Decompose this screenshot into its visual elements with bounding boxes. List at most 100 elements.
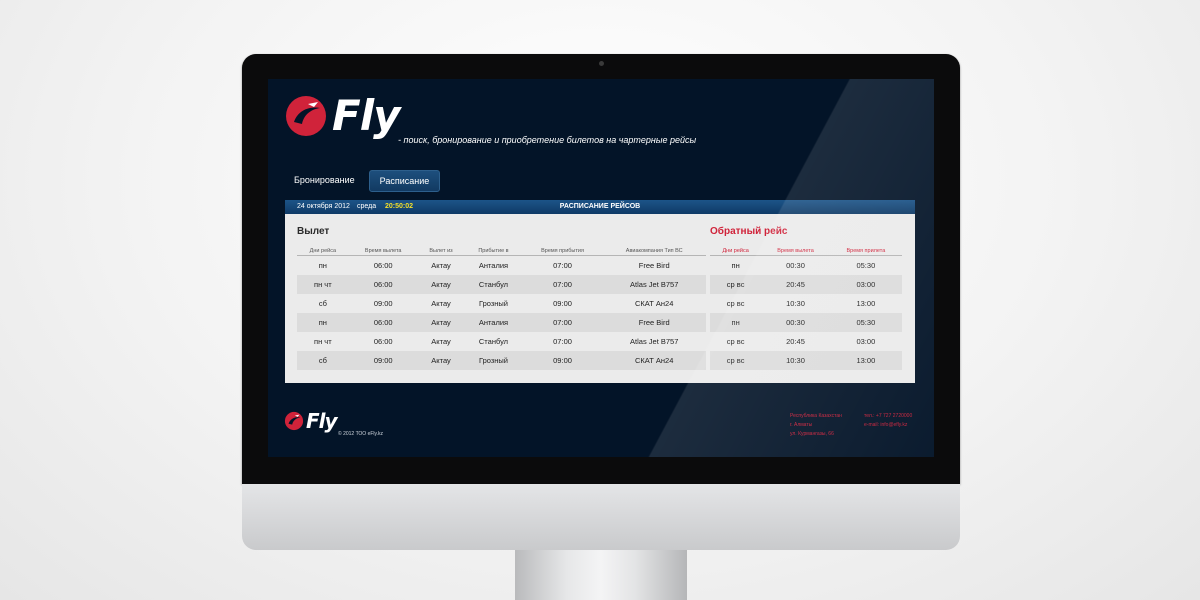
table-cell: пн чт xyxy=(314,337,332,346)
footer-contacts: тел.: +7 727 2720000 e-mail: info@efly.k… xyxy=(864,412,912,430)
table-cell: 03:00 xyxy=(829,275,902,294)
table-cell: ср вс xyxy=(726,299,745,308)
table-cell: Грозный xyxy=(478,299,508,308)
current-date: 24 октября 2012 xyxy=(297,203,350,210)
table-cell: 03:00 xyxy=(856,337,876,346)
table-cell: пн xyxy=(318,261,327,270)
footer-phone: тел.: +7 727 2720000 xyxy=(864,413,913,419)
table-cell: Актау xyxy=(417,351,465,370)
table-cell: сб xyxy=(318,299,327,308)
table-cell: 10:30 xyxy=(761,351,830,370)
table-cell: 06:00 xyxy=(348,275,418,294)
footer-logo[interactable]: Fly xyxy=(284,409,338,433)
plane-swirl-icon xyxy=(286,95,326,136)
monitor-stand xyxy=(515,550,687,600)
table-cell: пн xyxy=(731,261,740,270)
footer-address: Республика Казахстан г. Алматы ул. Курма… xyxy=(790,412,842,439)
schedule-panel: РАСПИСАНИЕ РЕЙСОВ 24 октября 2012 среда … xyxy=(285,200,915,383)
table-header-row: Дни рейса Время вылета Время прилета xyxy=(710,246,902,256)
table-cell: Станбул xyxy=(478,337,509,346)
table-row[interactable]: ср вс 10:30 13:00 xyxy=(710,351,902,370)
table-cell: 00:30 xyxy=(786,261,805,270)
table-cell: Free Bird xyxy=(638,261,670,270)
table-row[interactable]: пн 06:00 Актау Анталия 07:00 Free Bird xyxy=(297,313,706,332)
return-table: Дни рейса Время вылета Время прилета пн … xyxy=(710,246,902,370)
table-cell: ср вс xyxy=(710,351,762,370)
table-cell: 07:00 xyxy=(522,275,603,294)
current-time: 20:50:02 xyxy=(385,203,414,210)
table-cell: 20:45 xyxy=(786,337,805,346)
tagline: - поиск, бронирование и приобретение бил… xyxy=(398,135,697,145)
table-cell: 07:00 xyxy=(553,261,572,270)
table-cell: Актау xyxy=(431,337,451,346)
table-row[interactable]: ср вс 20:45 03:00 xyxy=(710,332,902,351)
table-cell: 09:00 xyxy=(373,299,393,308)
column-header: Время прибытия xyxy=(522,246,603,256)
table-row[interactable]: пн 00:30 05:30 xyxy=(710,313,902,332)
copyright: © 2012 ТОО eFly.kz xyxy=(338,431,384,437)
table-cell: 13:00 xyxy=(856,299,876,308)
webcam-icon xyxy=(599,61,604,66)
departure-table: Дни рейса Время вылета Вылет из Прибытие… xyxy=(297,246,706,370)
current-day: среда xyxy=(357,203,377,210)
column-header: Авиакомпания Тип ВС xyxy=(602,246,706,256)
table-cell: Atlas Jet B757 xyxy=(602,275,706,294)
return-title: Обратный рейс xyxy=(710,226,788,237)
table-cell: 05:30 xyxy=(856,261,876,270)
table-cell: пн чт xyxy=(297,275,349,294)
footer-email[interactable]: e-mail: info@efly.kz xyxy=(864,421,912,430)
table-row[interactable]: ср вс 20:45 03:00 xyxy=(710,275,902,294)
monitor-chin xyxy=(242,484,960,550)
table-row[interactable]: пн чт 06:00 Актау Станбул 07:00 Atlas Je… xyxy=(297,332,706,351)
table-cell: ср вс xyxy=(726,337,745,346)
table-row[interactable]: ср вс 10:30 13:00 xyxy=(710,294,902,313)
site-logo[interactable]: Fly xyxy=(284,91,400,140)
table-cell: 00:30 xyxy=(761,313,830,332)
table-cell: 09:00 xyxy=(348,351,418,370)
table-cell: Анталия xyxy=(464,313,523,332)
logo-text: Fly xyxy=(332,91,400,140)
column-header: Дни рейса xyxy=(710,246,762,256)
table-cell: 10:30 xyxy=(786,299,805,308)
table-cell: Free Bird xyxy=(602,313,706,332)
schedule-body: Вылет Обратный рейс Дни рейса Время выле… xyxy=(285,214,915,383)
table-cell: Станбул xyxy=(464,275,523,294)
column-header: Время вылета xyxy=(348,246,418,256)
table-cell: ср вс xyxy=(710,275,762,294)
schedule-title: РАСПИСАНИЕ РЕЙСОВ xyxy=(559,203,641,210)
table-row[interactable]: пн 06:00 Актау Анталия 07:00 Free Bird xyxy=(297,256,706,276)
table-cell: пн xyxy=(710,313,762,332)
table-cell: Актау xyxy=(417,313,465,332)
table-header-row: Дни рейса Время вылета Вылет из Прибытие… xyxy=(297,246,706,256)
departure-title: Вылет xyxy=(297,226,330,237)
table-cell: 07:00 xyxy=(553,337,572,346)
main-nav: Бронирование Расписание xyxy=(284,170,441,192)
column-header: Вылет из xyxy=(417,246,465,256)
table-cell: Актау xyxy=(431,261,451,270)
table-cell: 09:00 xyxy=(553,299,572,308)
table-cell: Atlas Jet B757 xyxy=(630,337,679,346)
logo-text: Fly xyxy=(306,409,338,433)
website-screen: Fly - поиск, бронирование и приобретение… xyxy=(268,79,934,457)
column-header: Время прилета xyxy=(829,246,902,256)
table-row[interactable]: сб 09:00 Актау Грозный 09:00 СКАТ Ан24 xyxy=(297,351,706,370)
table-cell: 07:00 xyxy=(522,313,603,332)
table-cell: 13:00 xyxy=(829,351,902,370)
table-cell: 09:00 xyxy=(522,351,603,370)
table-cell: 06:00 xyxy=(373,337,393,346)
table-cell: Грозный xyxy=(464,351,523,370)
table-cell: сб xyxy=(297,351,349,370)
column-header: Прибытие в xyxy=(464,246,523,256)
column-header: Дни рейса xyxy=(297,246,349,256)
schedule-bar: РАСПИСАНИЕ РЕЙСОВ 24 октября 2012 среда … xyxy=(285,200,915,214)
table-cell: Актау xyxy=(417,275,465,294)
table-cell: 05:30 xyxy=(829,313,902,332)
nav-booking[interactable]: Бронирование xyxy=(284,170,365,192)
nav-schedule[interactable]: Расписание xyxy=(368,170,441,192)
table-row[interactable]: пн чт 06:00 Актау Станбул 07:00 Atlas Je… xyxy=(297,275,706,294)
table-cell: 06:00 xyxy=(348,313,418,332)
table-cell: Анталия xyxy=(478,261,509,270)
column-header: Время вылета xyxy=(761,246,830,256)
table-row[interactable]: пн 00:30 05:30 xyxy=(710,256,902,276)
table-row[interactable]: сб 09:00 Актау Грозный 09:00 СКАТ Ан24 xyxy=(297,294,706,313)
